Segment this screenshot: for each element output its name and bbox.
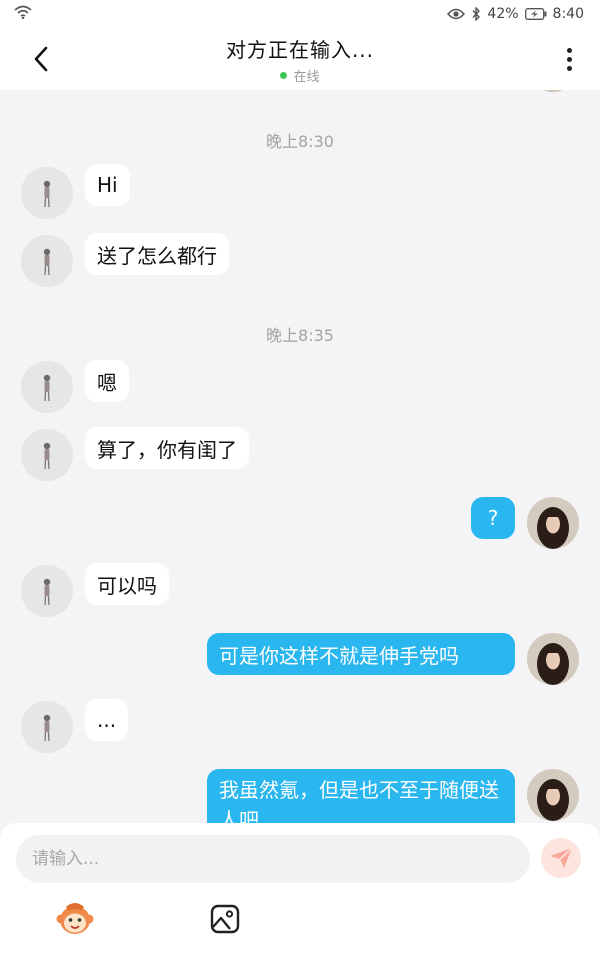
message-bubble[interactable]: ... [85,699,129,741]
dot-icon [566,56,572,62]
status-time: 8:40 [552,6,584,22]
message-bubble[interactable]: ? [471,497,515,539]
avatar[interactable] [21,701,73,753]
back-button[interactable] [26,44,56,74]
chevron-left-icon [34,46,48,72]
avatar[interactable] [527,769,579,821]
time-separator: 晚上8:30 [266,132,334,151]
dot-icon [566,65,572,71]
message-bubble[interactable]: 我虽然氪，但是也不至于随便送人吧 [207,769,515,823]
avatar[interactable] [527,497,579,549]
avatar[interactable] [21,565,73,617]
time-separator: 晚上8:35 [266,326,334,345]
emoji-sticker-button[interactable] [55,901,95,937]
input-panel [0,823,600,960]
paper-plane-icon [550,847,573,868]
avatar[interactable] [527,633,579,685]
avatar[interactable] [21,429,73,481]
avatar[interactable] [527,90,579,92]
battery-icon [524,8,547,20]
status-bar: 42% 8:40 [0,0,600,28]
avatar[interactable] [21,167,73,219]
image-button[interactable] [210,904,240,934]
message-bubble[interactable]: 可是你这样不就是伸手党吗 [207,633,515,675]
dot-icon [566,47,572,53]
message-input[interactable] [16,835,530,883]
status-right: 42% 8:40 [447,6,584,22]
wifi-icon [14,5,32,23]
send-button[interactable] [541,838,581,878]
chat-area[interactable]: 晚上8:30 Hi 送了怎么都行 晚上8:35 嗯 算了，你有闺了 ? 可以吗 … [0,90,600,823]
message-bubble[interactable]: 可以吗 [85,563,169,605]
monkey-sticker-icon [56,903,94,934]
image-icon [210,904,240,934]
header-title-group: 对方正在输入... 在线 [226,34,374,85]
avatar[interactable] [21,235,73,287]
eye-icon [447,8,466,20]
page-title: 对方正在输入... [225,37,375,62]
message-bubble[interactable]: 送了怎么都行 [85,233,229,275]
more-options-button[interactable] [558,44,580,74]
chat-header: 对方正在输入... 在线 [0,28,600,90]
online-status: 在线 [226,66,374,85]
message-bubble[interactable]: Hi [85,164,130,206]
online-dot-icon [280,71,288,79]
message-bubble[interactable]: 算了，你有闺了 [85,427,249,469]
avatar[interactable] [21,361,73,413]
battery-percent: 42% [487,6,519,22]
bluetooth-icon [471,7,481,21]
online-status-label: 在线 [293,69,320,85]
message-bubble[interactable]: 嗯 [85,360,129,402]
